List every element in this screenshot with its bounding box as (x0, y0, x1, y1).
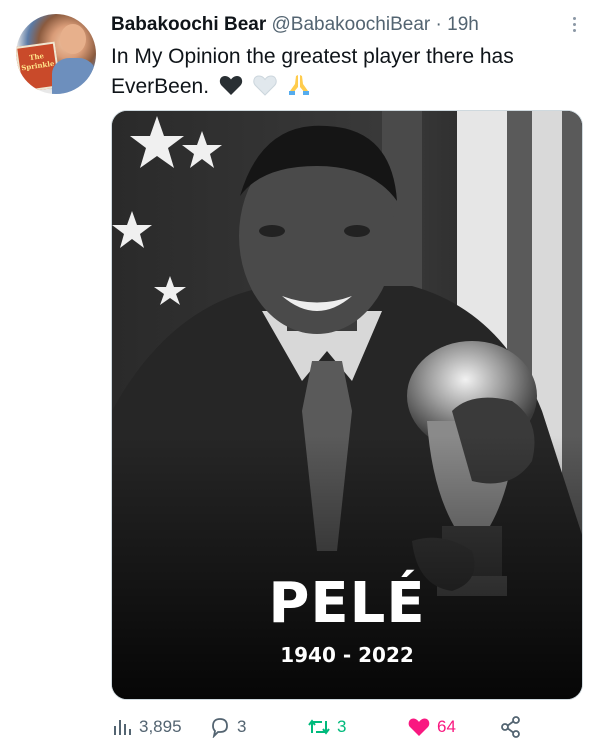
views-button[interactable]: 3,895 (111, 712, 182, 742)
reply-button[interactable]: 3 (209, 712, 246, 742)
author-handle[interactable]: @BabakoochiBear (272, 14, 431, 35)
like-button[interactable]: 64 (407, 712, 456, 742)
tweet-text-block: In My Opinion the greatest player there … (111, 42, 581, 105)
heart-icon (408, 718, 430, 736)
black-heart-icon (219, 74, 243, 105)
overlay-years: 1940 - 2022 (280, 643, 414, 667)
timestamp[interactable]: 19h (447, 14, 479, 35)
retweet-button[interactable]: 3 (307, 712, 346, 742)
white-heart-icon (253, 74, 277, 105)
avatar[interactable]: The Sprinkle (16, 14, 96, 94)
tweet[interactable]: The Sprinkle Babakoochi Bear @Babakoochi… (0, 0, 600, 750)
folded-hands-icon (287, 72, 311, 105)
avatar-book-title: The Sprinkle (20, 51, 55, 73)
separator-dot: · (435, 14, 442, 35)
reply-count: 3 (237, 717, 247, 736)
avatar-person-shirt (52, 58, 96, 94)
share-icon (501, 716, 520, 738)
more-options-icon[interactable] (567, 14, 581, 32)
retweet-icon (308, 719, 330, 735)
tweet-image[interactable]: PELÉ 1940 - 2022 (111, 110, 583, 700)
tweet-text: In My Opinion the greatest player there … (111, 45, 514, 98)
avatar-person-head (60, 24, 86, 54)
share-button[interactable] (499, 712, 523, 742)
tweet-actions: 3,895 3 3 64 (111, 712, 591, 742)
views-count: 3,895 (139, 717, 182, 736)
reply-icon (212, 718, 228, 738)
views-icon (114, 720, 131, 735)
overlay-name: PELÉ (268, 571, 426, 636)
tweet-header: Babakoochi Bear @BabakoochiBear · 19h (111, 14, 591, 40)
author-name[interactable]: Babakoochi Bear (111, 14, 266, 35)
retweet-count: 3 (337, 717, 347, 736)
like-count: 64 (437, 717, 456, 736)
